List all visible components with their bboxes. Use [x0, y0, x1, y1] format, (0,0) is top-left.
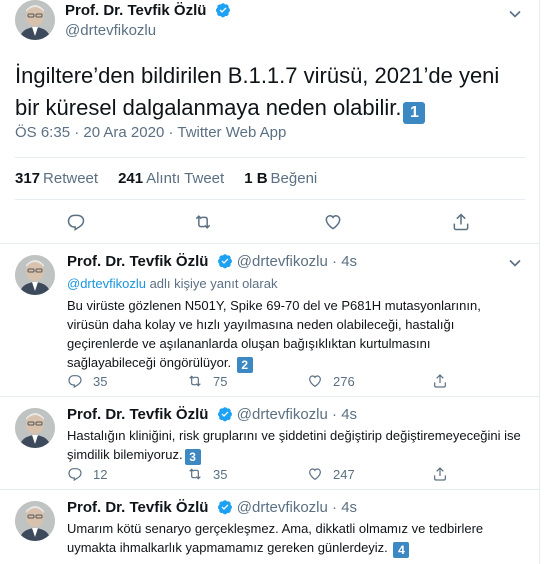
likes-stat[interactable]: 1 B Beğeni: [244, 170, 317, 187]
reply-author-handle[interactable]: @drtevfikozlu: [237, 406, 328, 423]
like-button[interactable]: 276: [307, 373, 355, 389]
main-tweet-text: İngiltere’den bildirilen B.1.1.7 virüsü,…: [15, 60, 515, 124]
thread-number-3: 3: [184, 449, 201, 465]
like-icon[interactable]: [323, 212, 343, 232]
retweet-count: 35: [213, 466, 228, 482]
author-name: Prof. Dr. Tevfik Özlü: [65, 2, 207, 19]
thread-number-4: 4: [393, 542, 410, 558]
reply-button[interactable]: 12: [67, 466, 107, 482]
reply-actions: 35 75 276: [67, 373, 487, 391]
reply-header: Prof. Dr. Tevfik Özlü @drtevfikozlu · 4s: [67, 253, 358, 270]
reply-header: Prof. Dr. Tevfik Özlü @drtevfikozlu · 4s: [67, 406, 358, 423]
retweet-count: 75: [213, 373, 228, 389]
reply-author-name[interactable]: Prof. Dr. Tevfik Özlü: [67, 253, 208, 270]
reply-tweet-1[interactable]: Prof. Dr. Tevfik Özlü @drtevfikozlu · 4s…: [0, 243, 540, 396]
reply-age[interactable]: 4s: [341, 253, 357, 270]
reply-text: Umarım kötü senaryo gerçekleşmez. Ama, d…: [67, 521, 484, 558]
retweet-button[interactable]: 75: [187, 373, 227, 389]
divider: [15, 157, 525, 158]
reply-tweet-2[interactable]: Prof. Dr. Tevfik Özlü @drtevfikozlu · 4s…: [0, 396, 540, 489]
verified-badge-icon: [217, 500, 232, 515]
like-count: 276: [333, 373, 355, 389]
share-button[interactable]: [432, 466, 448, 482]
share-icon[interactable]: [451, 212, 471, 232]
like-icon: [309, 375, 321, 388]
retweet-icon[interactable]: [193, 212, 213, 232]
reply-icon: [68, 375, 82, 389]
tweet-stats: 317 Retweet 241 Alıntı Tweet 1 B Beğeni: [15, 170, 317, 187]
tweet-thread: Prof. Dr. Tevfik Özlü @drtevfikozlu İngi…: [0, 0, 540, 564]
tweet-source[interactable]: Twitter Web App: [177, 124, 286, 141]
quotes-stat[interactable]: 241 Alıntı Tweet: [118, 170, 224, 187]
verified-badge-icon: [217, 407, 232, 422]
tweet-time[interactable]: ÖS 6:35: [15, 124, 70, 141]
reply-icon: [68, 468, 82, 482]
tweet-meta: ÖS 6:35 · 20 Ara 2020 · Twitter Web App: [15, 124, 287, 141]
replying-to-handle[interactable]: @drtevfikozlu: [67, 276, 146, 291]
reply-header: Prof. Dr. Tevfik Özlü @drtevfikozlu · 4s: [67, 499, 358, 516]
reply-avatar[interactable]: [15, 408, 55, 448]
reply-count: 35: [93, 373, 108, 389]
retweet-icon: [189, 468, 201, 480]
reply-author-handle[interactable]: @drtevfikozlu: [237, 253, 328, 270]
reply-author-name[interactable]: Prof. Dr. Tevfik Özlü: [67, 406, 208, 423]
retweet-icon: [189, 375, 201, 387]
author-info[interactable]: Prof. Dr. Tevfik Özlü @drtevfikozlu: [65, 2, 231, 39]
thread-number-2: 2: [236, 357, 253, 373]
main-tweet-body: İngiltere’den bildirilen B.1.1.7 virüsü,…: [15, 63, 500, 120]
reply-text: Bu virüste gözlenen N501Y, Spike 69-70 d…: [67, 298, 481, 373]
reply-author-name[interactable]: Prof. Dr. Tevfik Özlü: [67, 499, 208, 516]
main-tweet-actions: [0, 212, 540, 234]
reply-avatar[interactable]: [15, 501, 55, 541]
share-icon: [434, 374, 446, 388]
reply-avatar[interactable]: [15, 255, 55, 295]
author-handle: @drtevfikozlu: [65, 22, 157, 39]
share-icon: [434, 467, 446, 481]
reply-age[interactable]: 4s: [341, 499, 357, 516]
like-button[interactable]: 247: [307, 466, 355, 482]
replying-to: @drtevfikozlu adlı kişiye yanıt olarak: [67, 276, 278, 291]
reply-icon[interactable]: [66, 212, 86, 232]
reply-actions: 12 35 247: [67, 466, 487, 484]
like-count: 247: [333, 466, 355, 482]
reply-author-handle[interactable]: @drtevfikozlu: [237, 499, 328, 516]
author-avatar[interactable]: [15, 0, 55, 40]
verified-badge-icon: [217, 254, 232, 269]
retweets-stat[interactable]: 317 Retweet: [15, 170, 98, 187]
chevron-down-icon[interactable]: [505, 4, 525, 24]
verified-badge-icon: [215, 3, 230, 18]
divider: [15, 199, 525, 200]
reply-count: 12: [93, 466, 108, 482]
reply-tweet-3[interactable]: Prof. Dr. Tevfik Özlü @drtevfikozlu · 4s…: [0, 489, 540, 564]
share-button[interactable]: [432, 373, 448, 389]
reply-text: Hastalığın kliniğini, risk gruplarını ve…: [67, 428, 521, 465]
thread-number-1: 1: [403, 102, 426, 124]
chevron-down-icon[interactable]: [505, 253, 525, 273]
like-icon: [309, 468, 321, 481]
retweet-button[interactable]: 35: [187, 466, 227, 482]
reply-age[interactable]: 4s: [341, 406, 357, 423]
reply-button[interactable]: 35: [67, 373, 107, 389]
tweet-date[interactable]: 20 Ara 2020: [83, 124, 164, 141]
